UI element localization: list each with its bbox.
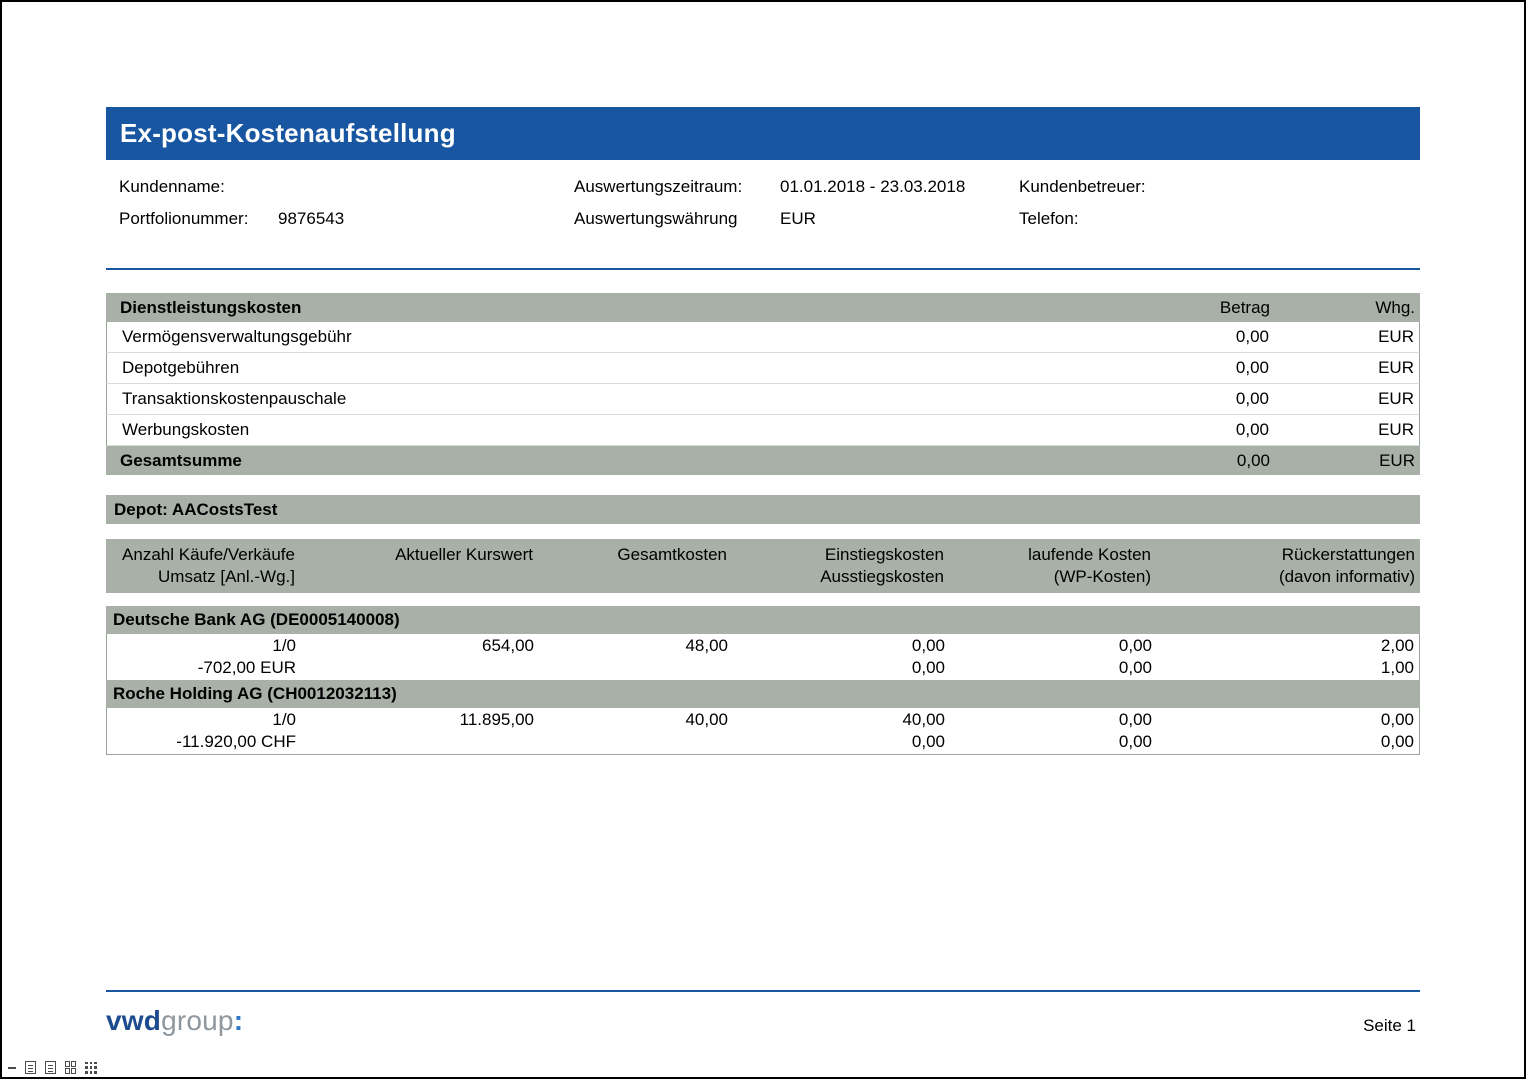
table-row: 1/0 11.895,00 40,00 40,00 0,00 0,00: [107, 709, 1419, 731]
cost-amount: 0,00: [1149, 358, 1269, 378]
depot-title: Depot: AACostsTest: [114, 500, 277, 520]
multi-page-view-icon[interactable]: [65, 1061, 76, 1074]
table-row: Vermögensverwaltungsgebühr 0,00 EUR: [106, 322, 1420, 353]
document-page: Ex-post-Kostenaufstellung Kundenname: Au…: [0, 0, 1526, 1079]
portfolionummer-label: Portfolionummer:: [119, 204, 248, 234]
cost-amount: 0,00: [1149, 389, 1269, 409]
position-section-header: Roche Holding AG (CH0012032113): [106, 680, 1420, 708]
footer-divider: [106, 990, 1420, 992]
auswertungswaehrung-label: Auswertungswährung: [574, 204, 737, 234]
auswertungswaehrung-value: EUR: [780, 204, 816, 234]
table-row: 1/0 654,00 48,00 0,00 0,00 2,00: [107, 635, 1419, 657]
cost-amount: 0,00: [1149, 420, 1269, 440]
telefon-label: Telefon:: [1019, 204, 1079, 234]
vwd-group-logo: vwdgroup:: [106, 1005, 243, 1037]
info-row-1: Kundenname: Auswertungszeitraum: 01.01.2…: [106, 172, 1420, 202]
service-costs-table: Dienstleistungskosten Betrag Whg. Vermög…: [106, 293, 1420, 475]
position-name: Roche Holding AG (CH0012032113): [113, 684, 397, 704]
table-row: Depotgebühren 0,00 EUR: [106, 353, 1420, 384]
view-layout-toolbar: [8, 1061, 97, 1074]
service-costs-header-row: Dienstleistungskosten Betrag Whg.: [106, 293, 1420, 322]
cost-label: Vermögensverwaltungsgebühr: [107, 327, 1149, 347]
cost-label: Werbungskosten: [107, 420, 1149, 440]
kundenbetreuer-label: Kundenbetreuer:: [1019, 172, 1146, 202]
single-page-view-icon[interactable]: [25, 1061, 36, 1074]
column-header-einstieg-ausstieg: Einstiegskosten Ausstiegskosten: [730, 544, 947, 588]
header-divider: [106, 268, 1420, 270]
auswertungszeitraum-label: Auswertungszeitraum:: [574, 172, 742, 202]
cost-currency: EUR: [1269, 420, 1419, 440]
table-row: Werbungskosten 0,00 EUR: [106, 415, 1420, 446]
page-title: Ex-post-Kostenaufstellung: [120, 118, 456, 149]
total-row: Gesamtsumme 0,00 EUR: [106, 446, 1420, 475]
position-section-header: Deutsche Bank AG (DE0005140008): [106, 606, 1420, 634]
cost-label: Depotgebühren: [107, 358, 1149, 378]
column-header-gesamtkosten: Gesamtkosten: [536, 544, 730, 588]
cost-amount: 0,00: [1149, 327, 1269, 347]
column-header-anzahl-umsatz: Anzahl Käufe/Verkäufe Umsatz [Anl.-Wg.]: [106, 544, 298, 588]
portfolionummer-value: 9876543: [278, 204, 344, 234]
table-row: Transaktionskostenpauschale 0,00 EUR: [106, 384, 1420, 415]
table-row: -11.920,00 CHF 0,00 0,00 0,00: [107, 731, 1419, 753]
column-header-rueckerstattungen: Rückerstattungen (davon informativ): [1154, 544, 1420, 588]
report-title-bar: Ex-post-Kostenaufstellung: [106, 107, 1420, 160]
cost-currency: EUR: [1269, 389, 1419, 409]
info-row-2: Portfolionummer: 9876543 Auswertungswähr…: [106, 204, 1420, 234]
depot-header-bar: Depot: AACostsTest: [106, 495, 1420, 524]
cost-currency: EUR: [1269, 358, 1419, 378]
continuous-page-view-icon[interactable]: [45, 1061, 56, 1074]
auswertungszeitraum-value: 01.01.2018 - 23.03.2018: [780, 172, 965, 202]
column-header-whg: Whg.: [1270, 298, 1420, 318]
position-name: Deutsche Bank AG (DE0005140008): [113, 610, 400, 630]
column-header-betrag: Betrag: [1150, 298, 1270, 318]
column-header-laufende-kosten: laufende Kosten (WP-Kosten): [947, 544, 1154, 588]
total-currency: EUR: [1270, 451, 1420, 471]
total-amount: 0,00: [1150, 451, 1270, 471]
depot-column-header-row: Anzahl Käufe/Verkäufe Umsatz [Anl.-Wg.] …: [106, 539, 1420, 593]
collapse-icon[interactable]: [8, 1067, 16, 1069]
depot-positions-table: Deutsche Bank AG (DE0005140008) 1/0 654,…: [106, 606, 1420, 755]
service-costs-title: Dienstleistungskosten: [106, 298, 1150, 318]
cost-currency: EUR: [1269, 327, 1419, 347]
table-row: -702,00 EUR 0,00 0,00 1,00: [107, 657, 1419, 679]
cost-label: Transaktionskostenpauschale: [107, 389, 1149, 409]
position-rows: 1/0 654,00 48,00 0,00 0,00 2,00 -702,00 …: [106, 634, 1420, 680]
position-rows: 1/0 11.895,00 40,00 40,00 0,00 0,00 -11.…: [106, 708, 1420, 755]
kundenname-label: Kundenname:: [119, 172, 225, 202]
grid-view-icon[interactable]: [85, 1062, 97, 1074]
page-number: Seite 1: [1363, 1016, 1416, 1036]
column-header-kurswert: Aktueller Kurswert: [298, 544, 536, 588]
total-label: Gesamtsumme: [106, 451, 1150, 471]
